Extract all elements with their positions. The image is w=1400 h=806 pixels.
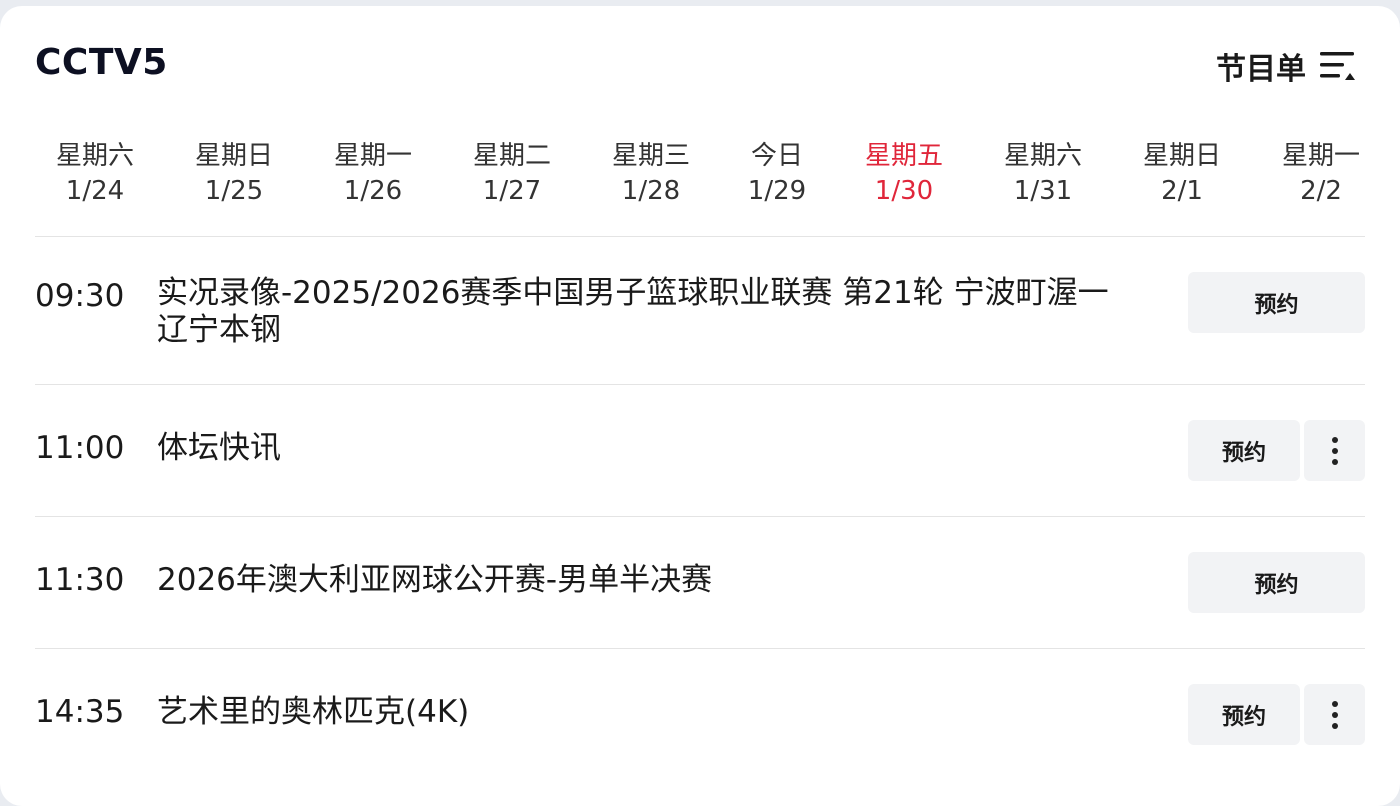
day-selector: 星期六 1/24 星期日 1/25 星期一 1/26 星期二 1/27 星期三 … xyxy=(0,138,1400,218)
program-title: 体坛快讯 xyxy=(157,430,281,466)
more-vertical-icon xyxy=(1331,700,1338,729)
day-date: 1/24 xyxy=(65,176,125,206)
day-weekday: 星期三 xyxy=(611,141,690,171)
reserve-button[interactable]: 预约 xyxy=(1188,684,1300,745)
day-date: 2/2 xyxy=(1300,176,1342,206)
divider xyxy=(35,516,1365,517)
divider xyxy=(35,648,1365,649)
program-time: 09:30 xyxy=(35,278,125,314)
day-date: 1/30 xyxy=(874,176,934,206)
divider xyxy=(35,236,1365,237)
day-weekday: 星期六 xyxy=(1003,141,1082,171)
day-weekday: 星期五 xyxy=(864,141,943,171)
day-weekday: 星期日 xyxy=(194,141,273,171)
reserve-button[interactable]: 预约 xyxy=(1188,272,1365,333)
schedule-button[interactable]: 节目单 xyxy=(1216,44,1358,88)
day-date: 1/28 xyxy=(621,176,681,206)
day-weekday: 星期一 xyxy=(1281,141,1360,171)
day-tab-mon-1-26[interactable]: 星期一 1/26 xyxy=(318,138,428,208)
program-title: 艺术里的奥林匹克(4K) xyxy=(157,694,470,730)
program-title-line1: 实况录像-2025/2026赛季中国男子篮球职业联赛 第21轮 宁波町渥一 xyxy=(157,275,1109,311)
day-tab-sat-1-31[interactable]: 星期六 1/31 xyxy=(988,138,1098,208)
day-tab-fri-1-30[interactable]: 星期五 1/30 xyxy=(849,138,959,208)
program-title-line2: 辽宁本钢 xyxy=(157,312,281,348)
day-date: 2/1 xyxy=(1161,176,1203,206)
program-title: 实况录像-2025/2026赛季中国男子篮球职业联赛 第21轮 宁波町渥一 辽宁… xyxy=(157,275,1167,349)
program-time: 11:00 xyxy=(35,430,125,466)
day-tab-mon-2-2[interactable]: 星期一 2/2 xyxy=(1266,138,1376,208)
day-tab-today-1-29[interactable]: 今日 1/29 xyxy=(722,138,832,208)
program-time: 14:35 xyxy=(35,694,125,730)
day-tab-sat-1-24[interactable]: 星期六 1/24 xyxy=(40,138,150,208)
more-options-button[interactable] xyxy=(1304,684,1365,745)
day-weekday: 星期一 xyxy=(333,141,412,171)
program-time: 11:30 xyxy=(35,562,125,598)
day-tab-wed-1-28[interactable]: 星期三 1/28 xyxy=(596,138,706,208)
day-weekday: 星期六 xyxy=(55,141,134,171)
menu-sort-icon xyxy=(1320,52,1355,80)
day-date: 1/25 xyxy=(204,176,264,206)
day-date: 1/29 xyxy=(747,176,807,206)
day-weekday: 星期二 xyxy=(472,141,551,171)
day-tab-tue-1-27[interactable]: 星期二 1/27 xyxy=(457,138,567,208)
day-weekday: 今日 xyxy=(750,141,803,171)
schedule-label: 节目单 xyxy=(1216,52,1306,87)
more-vertical-icon xyxy=(1331,436,1338,465)
program-guide-card: CCTV5 节目单 星期六 1/24 星期日 1/25 星期一 1/26 星期二… xyxy=(0,6,1400,806)
day-date: 1/27 xyxy=(482,176,542,206)
day-tab-sun-2-1[interactable]: 星期日 2/1 xyxy=(1127,138,1237,208)
reserve-button[interactable]: 预约 xyxy=(1188,552,1365,613)
day-date: 1/31 xyxy=(1013,176,1073,206)
reserve-button[interactable]: 预约 xyxy=(1188,420,1300,481)
day-date: 1/26 xyxy=(343,176,403,206)
day-weekday: 星期日 xyxy=(1142,141,1221,171)
program-title: 2026年澳大利亚网球公开赛-男单半决赛 xyxy=(157,562,713,598)
day-tab-sun-1-25[interactable]: 星期日 1/25 xyxy=(179,138,289,208)
channel-title: CCTV5 xyxy=(35,42,168,83)
divider xyxy=(35,384,1365,385)
more-options-button[interactable] xyxy=(1304,420,1365,481)
